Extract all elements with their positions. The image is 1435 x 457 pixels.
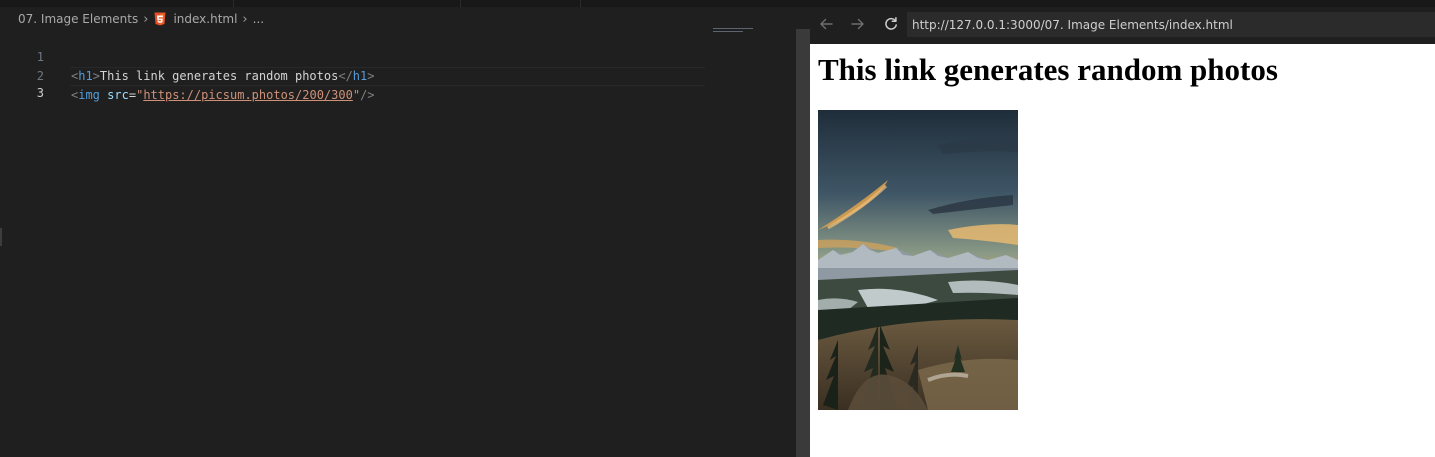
code-editor: 07. Image Elements › index.html › ... 1 …: [0, 0, 810, 457]
reload-icon: [885, 16, 897, 30]
editor-tab-strip: [0, 0, 810, 7]
line-content: <img src="https://picsum.photos/200/300"…: [71, 86, 375, 105]
html5-file-icon: [153, 12, 166, 26]
breadcrumb-file[interactable]: index.html: [173, 12, 237, 26]
browser-toolbar: [810, 0, 1435, 44]
browser-tab-strip: [810, 0, 1435, 7]
token-operator: =: [128, 88, 137, 102]
current-line[interactable]: 3: [37, 67, 705, 100]
reload-button[interactable]: [880, 13, 902, 35]
code-line: 1 <h1>This link generates random photos<…: [0, 29, 796, 83]
breadcrumb: 07. Image Elements › index.html › ...: [18, 10, 264, 28]
panel-resize-handle[interactable]: [0, 228, 2, 246]
url-input[interactable]: [907, 13, 1432, 36]
arrow-left-icon: [820, 18, 833, 30]
chevron-right-icon: ›: [242, 11, 248, 27]
url-link[interactable]: https://picsum.photos/200/300: [143, 88, 353, 102]
breadcrumb-folder[interactable]: 07. Image Elements: [18, 12, 138, 26]
arrow-right-icon: [851, 18, 864, 30]
line-number: 2: [36, 69, 44, 83]
code-area[interactable]: 1 <h1>This link generates random photos<…: [0, 29, 796, 102]
random-photo: [818, 110, 1018, 410]
token-string-quote: ": [352, 88, 361, 102]
page-heading: This link generates random photos: [818, 52, 1278, 87]
browser-preview: This link generates random photos: [810, 0, 1435, 457]
back-button[interactable]: [815, 13, 837, 35]
forward-button[interactable]: [847, 13, 869, 35]
tab-divider: [580, 0, 581, 7]
landscape-photo-image: [818, 110, 1018, 410]
address-bar: [907, 12, 1435, 37]
line-number: 3: [36, 86, 44, 100]
breadcrumb-more[interactable]: ...: [253, 12, 264, 26]
chevron-right-icon: ›: [143, 11, 149, 27]
editor-scrollbar[interactable]: [796, 29, 810, 457]
token-punctuation: />: [360, 88, 375, 102]
rendered-page: This link generates random photos: [810, 44, 1435, 457]
code-line: 2 <img src="https://picsum.photos/200/30…: [0, 48, 796, 102]
tab-divider: [460, 0, 461, 7]
tab-divider: [233, 0, 234, 7]
